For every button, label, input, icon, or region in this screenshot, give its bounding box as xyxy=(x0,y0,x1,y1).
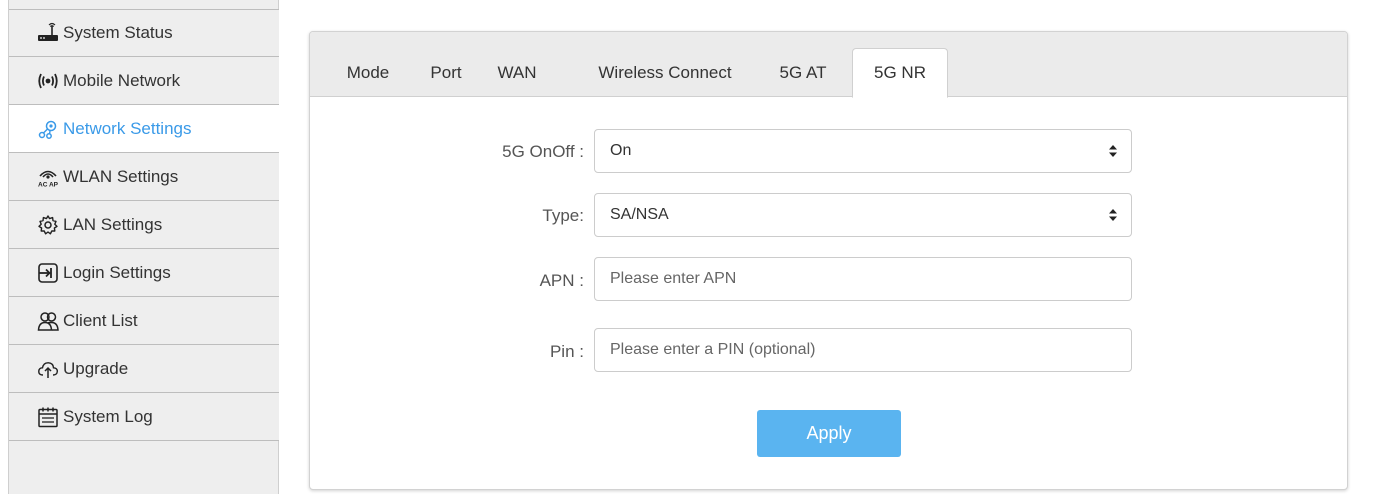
tab-wan[interactable]: WAN xyxy=(488,48,546,98)
svg-text:AC AP: AC AP xyxy=(38,181,59,188)
tab-5g-nr[interactable]: 5G NR xyxy=(852,48,948,98)
onoff-label: 5G OnOff : xyxy=(502,142,584,161)
sidebar-item-label: Network Settings xyxy=(63,118,192,138)
apply-button[interactable]: Apply xyxy=(757,410,901,457)
settings-panel: Mode Port WAN Wireless Connect 5G AT 5G … xyxy=(309,31,1348,490)
sidebar-item-login-settings[interactable]: Login Settings xyxy=(9,249,279,297)
apn-label: APN : xyxy=(539,271,584,290)
tab-bar: Mode Port WAN Wireless Connect 5G AT 5G … xyxy=(310,32,1347,98)
tab-wireless-connect[interactable]: Wireless Connect xyxy=(580,48,750,98)
sidebar-item-label: System Log xyxy=(63,406,153,426)
select-caret-icon xyxy=(1109,209,1117,221)
apn-input[interactable] xyxy=(610,258,1131,300)
sidebar-item-label: Login Settings xyxy=(63,262,171,282)
sidebar-item-upgrade[interactable]: Upgrade xyxy=(9,345,279,393)
sidebar-item-label: WLAN Settings xyxy=(63,166,179,186)
pin-field[interactable] xyxy=(594,328,1132,372)
tab-5g-at[interactable]: 5G AT xyxy=(768,48,838,98)
login-icon xyxy=(37,262,59,284)
calendar-log-icon xyxy=(37,406,59,428)
cloud-upload-icon xyxy=(37,358,59,380)
sidebar-item-mobile-network[interactable]: Mobile Network xyxy=(9,57,279,105)
sidebar-item-label: Mobile Network xyxy=(63,70,181,90)
pin-label: Pin : xyxy=(549,342,584,361)
router-icon xyxy=(37,22,59,44)
sidebar: System Status Mobile Network Network Set… xyxy=(8,0,279,494)
signal-icon xyxy=(37,70,59,92)
pin-input[interactable] xyxy=(610,329,1131,371)
network-settings-icon xyxy=(37,118,59,140)
sidebar-item-label: LAN Settings xyxy=(63,214,163,234)
sidebar-item-network-settings[interactable]: Network Settings xyxy=(9,105,279,153)
sidebar-item-label: System Status xyxy=(63,23,173,42)
apn-field[interactable] xyxy=(594,257,1132,301)
tab-mode[interactable]: Mode xyxy=(332,48,404,98)
select-caret-icon xyxy=(1109,145,1117,157)
type-label: Type: xyxy=(542,206,584,225)
onoff-select[interactable]: On xyxy=(594,129,1132,173)
wifi-acap-icon: AC AP xyxy=(37,166,59,188)
sidebar-item-label: Client List xyxy=(63,310,138,330)
sidebar-item-client-list[interactable]: Client List xyxy=(9,297,279,345)
type-value: SA/NSA xyxy=(610,206,669,223)
gear-icon xyxy=(37,214,59,236)
sidebar-item-label: Upgrade xyxy=(63,358,129,378)
sidebar-item-wlan-settings[interactable]: AC AP WLAN Settings xyxy=(9,153,279,201)
sidebar-item-system-status[interactable]: System Status xyxy=(9,9,279,57)
type-select[interactable]: SA/NSA xyxy=(594,193,1132,237)
tab-port[interactable]: Port xyxy=(420,48,472,98)
sidebar-item-system-log[interactable]: System Log xyxy=(9,393,279,441)
sidebar-item-lan-settings[interactable]: LAN Settings xyxy=(9,201,279,249)
users-icon xyxy=(37,310,59,332)
onoff-value: On xyxy=(610,142,632,159)
